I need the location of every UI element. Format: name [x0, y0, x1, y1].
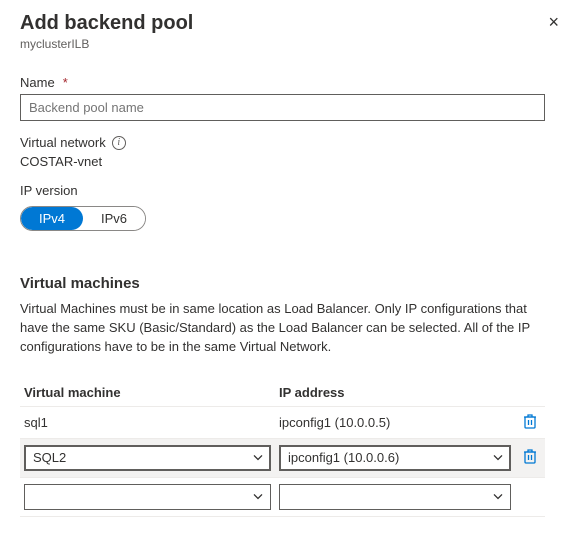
- close-icon[interactable]: ×: [548, 12, 559, 33]
- ip-version-ipv6[interactable]: IPv6: [83, 207, 145, 230]
- chevron-down-icon: [252, 490, 264, 502]
- ip-select[interactable]: ipconfig1 (10.0.0.6): [279, 445, 511, 471]
- virtual-network-label: Virtual network i: [20, 135, 545, 150]
- vm-select[interactable]: SQL2: [24, 445, 271, 471]
- virtual-machines-help: Virtual Machines must be in same locatio…: [20, 300, 545, 357]
- chevron-down-icon: [492, 451, 504, 463]
- vm-select[interactable]: [24, 484, 271, 510]
- resource-subtitle: myclusterILB: [20, 37, 545, 51]
- delete-icon[interactable]: [523, 448, 537, 464]
- ip-select[interactable]: [279, 484, 511, 510]
- virtual-machines-heading: Virtual machines: [20, 275, 545, 292]
- ip-cell: ipconfig1 (10.0.0.5): [275, 406, 515, 438]
- table-row: sql1 ipconfig1 (10.0.0.5): [20, 406, 545, 438]
- chevron-down-icon: [492, 490, 504, 502]
- name-label: Name*: [20, 75, 545, 90]
- virtual-network-value: COSTAR-vnet: [20, 154, 545, 169]
- virtual-machines-table: Virtual machine IP address sql1 ipconfig…: [20, 379, 545, 517]
- column-header-ip: IP address: [275, 379, 515, 407]
- info-icon[interactable]: i: [112, 136, 126, 150]
- ip-version-label: IP version: [20, 183, 545, 198]
- chevron-down-icon: [252, 451, 264, 463]
- vm-cell: sql1: [20, 406, 275, 438]
- ip-version-toggle[interactable]: IPv4 IPv6: [20, 206, 146, 231]
- table-row: SQL2 ipconfig1 (10.0.0.6): [20, 438, 545, 477]
- page-title: Add backend pool: [20, 12, 545, 35]
- delete-icon[interactable]: [523, 413, 537, 429]
- required-indicator: *: [63, 75, 68, 90]
- name-input[interactable]: [20, 94, 545, 121]
- ip-version-ipv4[interactable]: IPv4: [21, 207, 83, 230]
- column-header-vm: Virtual machine: [20, 379, 275, 407]
- table-row: [20, 477, 545, 516]
